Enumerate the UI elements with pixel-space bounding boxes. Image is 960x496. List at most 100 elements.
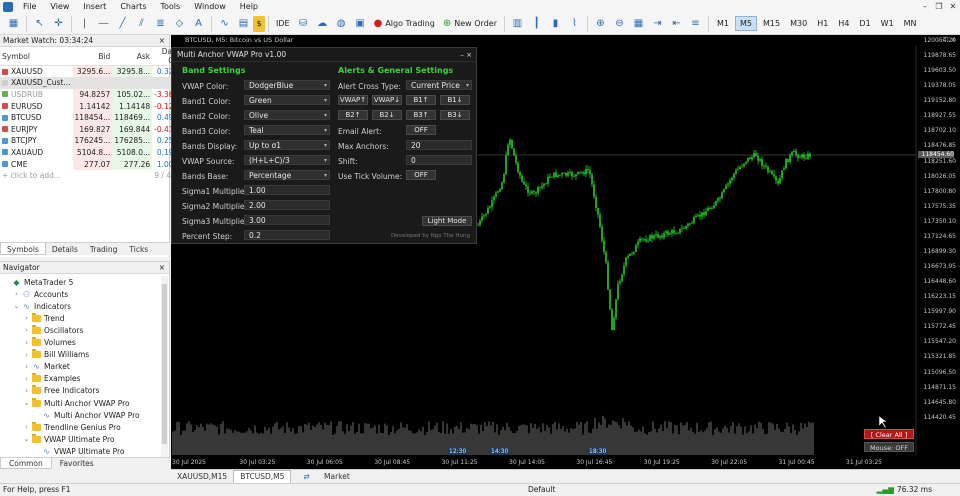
channel-icon[interactable]: ⫽ — [134, 16, 149, 31]
new-order-button[interactable]: ⊕ New Order — [439, 16, 501, 32]
close-icon[interactable]: × — [159, 35, 165, 47]
new-chart-icon[interactable]: ▦ — [6, 16, 21, 31]
close-icon[interactable]: ✕ — [946, 0, 960, 13]
trendline-icon[interactable]: ╱ — [115, 16, 130, 31]
anchor-time-marker[interactable]: 18:30 — [587, 448, 609, 455]
vertical-line-icon[interactable]: | — [77, 16, 92, 31]
collapse-icon[interactable]: ⌄ — [13, 302, 20, 310]
signals-icon[interactable]: ◍ — [334, 16, 349, 31]
dollar-icon[interactable]: $ — [253, 15, 265, 32]
expand-icon[interactable]: › — [23, 351, 30, 359]
navigator-item[interactable]: ◆ MetaTrader 5 — [0, 276, 73, 288]
alert-b3-down-button[interactable]: B3↓ — [440, 110, 470, 120]
market-watch-row[interactable]: EURUSD 1.14142 1.14148 -0.12% — [0, 100, 183, 112]
collapse-icon[interactable]: ⌄ — [23, 399, 30, 407]
expand-icon[interactable]: › — [23, 339, 30, 347]
expand-icon[interactable]: › — [23, 375, 30, 383]
market-watch-row[interactable]: BTCUSD 118454... 118469... 0.49% — [0, 111, 183, 124]
line-chart-icon[interactable]: ⌇ — [567, 16, 582, 31]
navigator-item[interactable]: › Trend — [0, 312, 65, 324]
scrollbar-thumb[interactable] — [162, 284, 167, 444]
algo-trading-button[interactable]: ● Algo Trading — [370, 16, 439, 32]
vwap-source-select[interactable]: (H+L+C)/3 ▾ — [244, 155, 330, 165]
tab-favorites[interactable]: Favorites — [52, 458, 102, 469]
navigator-item[interactable]: › Trendline Genius Pro — [0, 421, 121, 433]
timeframe-m15[interactable]: M15 — [759, 17, 784, 30]
anchor-time-marker[interactable]: 14:30 — [489, 448, 511, 455]
menu-window[interactable]: Window — [187, 2, 233, 11]
navigator-item[interactable]: ∿ VWAP Ultimate Pro — [0, 445, 124, 457]
anchor-time-marker[interactable]: 12:30 — [447, 448, 469, 455]
tab-market[interactable]: ⇄ Market — [291, 471, 361, 483]
tile-windows-icon[interactable]: ▦ — [631, 16, 646, 31]
market-watch-row[interactable]: XAUUSD 3295.6... 3295.8... 0.32% — [0, 65, 183, 78]
navigator-item[interactable]: › ∿ Market — [0, 361, 70, 373]
market-watch-row[interactable]: EURJPY 169.827 169.844 -0.41% — [0, 123, 183, 136]
light-mode-button[interactable]: Light Mode — [422, 216, 472, 226]
add-symbol-link[interactable]: + click to add... — [0, 170, 112, 182]
menu-tools[interactable]: Tools — [153, 2, 187, 11]
timeframe-m5[interactable]: M5 — [735, 16, 757, 31]
navigator-item[interactable]: ⌄ ∿ Indicators — [0, 300, 72, 312]
close-icon[interactable]: × — [159, 262, 165, 274]
cursor-icon[interactable]: ↖ — [32, 16, 47, 31]
profile-name[interactable]: Default — [528, 484, 555, 496]
add-symbol-row[interactable]: + click to add... 9 / 401 — [0, 170, 183, 182]
horizontal-line-icon[interactable]: ― — [96, 16, 111, 31]
navigator-item[interactable]: ⌄ VWAP Ultimate Pro — [0, 433, 115, 445]
navigator-item[interactable]: › Examples — [0, 373, 80, 385]
templates-icon[interactable]: ▤ — [236, 16, 251, 31]
alert-b2-up-button[interactable]: B2↑ — [338, 110, 368, 120]
network-status[interactable]: ▂▄▆ 76.32 ms — [877, 484, 932, 496]
shift-input[interactable]: 0 — [406, 155, 472, 165]
zoom-out-icon[interactable]: ⊖ — [612, 16, 627, 31]
tab-btcusd-m5[interactable]: BTCUSD,M5 — [233, 469, 292, 484]
tick-volume-toggle[interactable]: OFF — [406, 170, 436, 180]
depth-of-market-icon[interactable]: ▥ — [510, 16, 525, 31]
expand-icon[interactable]: › — [13, 290, 20, 298]
timeframe-h1[interactable]: H1 — [813, 17, 832, 30]
navigator-item[interactable]: › Volumes — [0, 337, 76, 349]
band1-color-select[interactable]: Green ▾ — [244, 95, 330, 105]
market-watch-row[interactable]: BTCJPY 176245... 176285... 0.25% — [0, 135, 183, 147]
timeframe-m1[interactable]: M1 — [713, 17, 733, 30]
percent-step-input[interactable]: 0.2 — [244, 230, 330, 240]
vps-icon[interactable]: ▣ — [353, 16, 368, 31]
crosshair-icon[interactable]: ✛ — [51, 16, 66, 31]
cloud-icon[interactable]: ☁ — [315, 16, 330, 31]
indicators-list-icon[interactable]: ≡ — [688, 16, 703, 31]
timeframe-d1[interactable]: D1 — [855, 17, 874, 30]
navigator-scrollbar[interactable] — [161, 276, 168, 466]
zoom-in-icon[interactable]: ⊕ — [593, 16, 608, 31]
chart-shift-icon[interactable]: ⇤ — [669, 16, 684, 31]
clear-all-button[interactable]: [ Clear All ] — [864, 429, 914, 439]
tab-ticks[interactable]: Ticks — [123, 243, 154, 255]
autoscroll-icon[interactable]: ⇥ — [650, 16, 665, 31]
fibonacci-icon[interactable]: ≣ — [153, 16, 168, 31]
vwap-color-select[interactable]: DodgerBlue ▾ — [244, 80, 330, 90]
tab-trading[interactable]: Trading — [84, 243, 124, 255]
menu-charts[interactable]: Charts — [113, 2, 153, 11]
alert-b3-up-button[interactable]: B3↑ — [406, 110, 436, 120]
chart-type-icon[interactable]: ∿ — [217, 16, 232, 31]
navigator-item[interactable]: › ⚇ Accounts — [0, 288, 68, 300]
expand-icon[interactable]: › — [23, 326, 30, 334]
sigma3-input[interactable]: 3.00 — [244, 215, 330, 225]
expand-icon[interactable]: › — [23, 387, 30, 395]
band2-color-select[interactable]: Olive ▾ — [244, 110, 330, 120]
alert-vwap-down-button[interactable]: VWAP↓ — [372, 95, 402, 105]
navigator-item[interactable]: ⌄ Multi Anchor VWAP Pro — [0, 397, 130, 409]
alert-b1-up-button[interactable]: B1↑ — [406, 95, 436, 105]
header-ask[interactable]: Ask — [112, 47, 153, 66]
expand-icon[interactable]: › — [23, 363, 30, 371]
alert-b2-down-button[interactable]: B2↓ — [372, 110, 402, 120]
sigma2-input[interactable]: 2.00 — [244, 200, 330, 210]
timeframe-m30[interactable]: M30 — [786, 17, 811, 30]
tab-symbols[interactable]: Symbols — [0, 243, 46, 255]
collapse-icon[interactable]: ⌄ — [23, 435, 30, 443]
alert-vwap-up-button[interactable]: VWAP↑ — [338, 95, 368, 105]
tab-xauusd-m15[interactable]: XAUUSD,M15 — [171, 471, 233, 483]
menu-insert[interactable]: Insert — [76, 2, 113, 11]
bar-chart-icon[interactable]: ┃ — [529, 16, 544, 31]
minimize-icon[interactable]: – — [918, 0, 932, 13]
